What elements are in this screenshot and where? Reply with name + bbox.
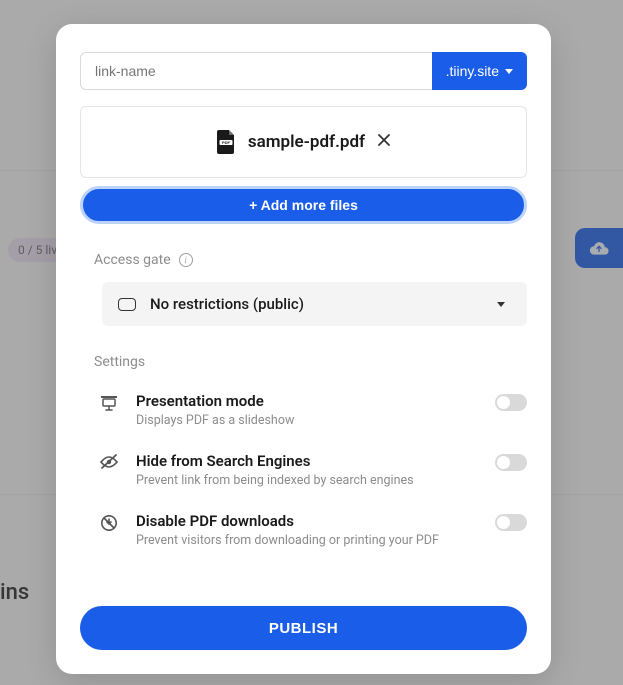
setting-desc: Prevent visitors from downloading or pri…: [136, 533, 479, 548]
domain-dropdown[interactable]: .tiiny.site: [432, 52, 527, 90]
publish-button[interactable]: PUBLISH: [80, 606, 527, 650]
link-row: .tiiny.site: [80, 52, 527, 90]
close-icon: [377, 133, 391, 147]
pdf-file-icon: PDF: [216, 130, 236, 154]
access-gate-label: Access gate: [94, 252, 171, 268]
add-more-files-button[interactable]: + Add more files: [80, 186, 527, 224]
access-gate-select[interactable]: No restrictions (public): [102, 282, 527, 326]
link-name-input[interactable]: [80, 52, 432, 90]
access-selected-label: No restrictions (public): [150, 295, 483, 313]
no-download-icon: [98, 512, 120, 532]
setting-title: Presentation mode: [136, 392, 479, 410]
uploaded-file: PDF sample-pdf.pdf: [80, 106, 527, 178]
restriction-icon: [118, 298, 136, 311]
chevron-down-icon: [505, 69, 513, 74]
setting-title: Disable PDF downloads: [136, 512, 479, 530]
access-gate-header: Access gate i: [94, 252, 527, 268]
setting-desc: Prevent link from being indexed by searc…: [136, 473, 479, 488]
disable-downloads-toggle[interactable]: [495, 514, 527, 531]
info-icon[interactable]: i: [179, 253, 193, 267]
setting-title: Hide from Search Engines: [136, 452, 479, 470]
file-name: sample-pdf.pdf: [248, 132, 365, 152]
remove-file-button[interactable]: [377, 133, 391, 151]
domain-label: .tiiny.site: [446, 63, 499, 79]
setting-disable-downloads: Disable PDF downloads Prevent visitors f…: [98, 512, 527, 548]
svg-text:PDF: PDF: [222, 140, 231, 145]
chevron-down-icon: [497, 302, 505, 307]
publish-modal: .tiiny.site PDF sample-pdf.pdf + Add mor…: [56, 24, 551, 674]
hide-search-toggle[interactable]: [495, 454, 527, 471]
eye-off-icon: [98, 452, 120, 470]
settings-label: Settings: [94, 354, 527, 370]
presentation-mode-toggle[interactable]: [495, 394, 527, 411]
setting-hide-search: Hide from Search Engines Prevent link fr…: [98, 452, 527, 488]
setting-desc: Displays PDF as a slideshow: [136, 413, 479, 428]
setting-presentation-mode: Presentation mode Displays PDF as a slid…: [98, 392, 527, 428]
presentation-icon: [98, 392, 120, 412]
